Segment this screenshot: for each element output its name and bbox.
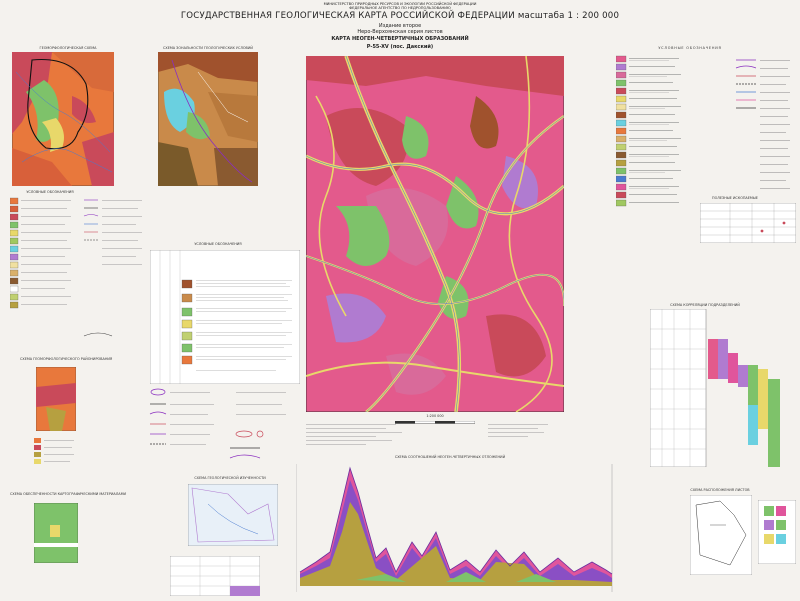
mid-legend-title: УСЛОВНЫЕ ОБОЗНАЧЕНИЯ <box>194 242 242 246</box>
correlation-title: СХЕМА КОРРЕЛЯЦИИ ПОДРАЗДЕЛЕНИЙ <box>670 303 740 307</box>
index-title: СХЕМА РАСПОЛОЖЕНИЯ ЛИСТОВ <box>690 488 750 492</box>
minerals-table <box>700 203 796 243</box>
map-name: КАРТА НЕОГЕН-ЧЕТВЕРТИЧНЫХ ОБРАЗОВАНИЙ <box>331 36 469 42</box>
map-scale-text: 1:200 000 <box>426 414 444 418</box>
left-legend <box>10 196 150 360</box>
geomorph-map <box>12 52 114 186</box>
geomorph-zoning-scheme <box>36 367 76 431</box>
right-legend-title: УСЛОВНЫЕ ОБОЗНАЧЕНИЯ <box>658 46 722 50</box>
zoning-legend <box>34 438 84 468</box>
cross-section-profile[interactable] <box>296 462 616 596</box>
zonality-map <box>158 52 258 186</box>
study-title: СХЕМА ГЕОЛОГИЧЕСКОЙ ИЗУЧЕННОСТИ <box>194 476 266 480</box>
symbols-block <box>140 384 300 470</box>
provision-scheme <box>34 503 78 563</box>
adjacent-sheets <box>758 500 796 564</box>
small-scheme-title: СХЕМА ГЕОМОРФОЛОГИЧЕСКОГО РАЙОНИРОВАНИЯ <box>20 357 113 361</box>
correlation-scheme <box>650 309 790 467</box>
stratigraphic-legend <box>150 250 300 384</box>
minerals-title: ПОЛЕЗНЫЕ ИСКОПАЕМЫЕ <box>712 196 758 200</box>
left-legend-title: УСЛОВНЫЕ ОБОЗНАЧЕНИЯ <box>26 190 74 194</box>
page-title: ГОСУДАРСТВЕННАЯ ГЕОЛОГИЧЕСКАЯ КАРТА РОСС… <box>180 11 620 21</box>
zonality-title: СХЕМА ЗОНАЛЬНОСТИ ГЕОЛОГИЧЕСКИХ УСЛОВИЙ <box>163 46 253 50</box>
ministry-line-2: ФЕДЕРАЛЬНОЕ АГЕНТСТВО ПО НЕДРОПОЛЬЗОВАНИ… <box>349 6 451 10</box>
profile-title: СХЕМА СООТНОШЕНИЙ НЕОГЕН-ЧЕТВЕРТИЧНЫХ ОТ… <box>394 455 506 459</box>
study-scheme <box>188 484 278 546</box>
provision-title: СХЕМА ОБЕСПЕЧЕННОСТИ КАРТОГРАФИЧЕСКИМИ М… <box>10 492 127 496</box>
right-legend <box>616 54 796 294</box>
imprint-block-right <box>488 420 558 444</box>
imprint-block <box>306 420 416 454</box>
study-table <box>170 556 260 596</box>
series: Нерo-Верхоянская серия листов <box>357 29 443 35</box>
sheet-index <box>690 495 752 575</box>
main-map[interactable] <box>306 56 564 412</box>
geomorph-title: ГЕОМОРФОЛОГИЧЕСКАЯ СХЕМА <box>39 46 97 50</box>
